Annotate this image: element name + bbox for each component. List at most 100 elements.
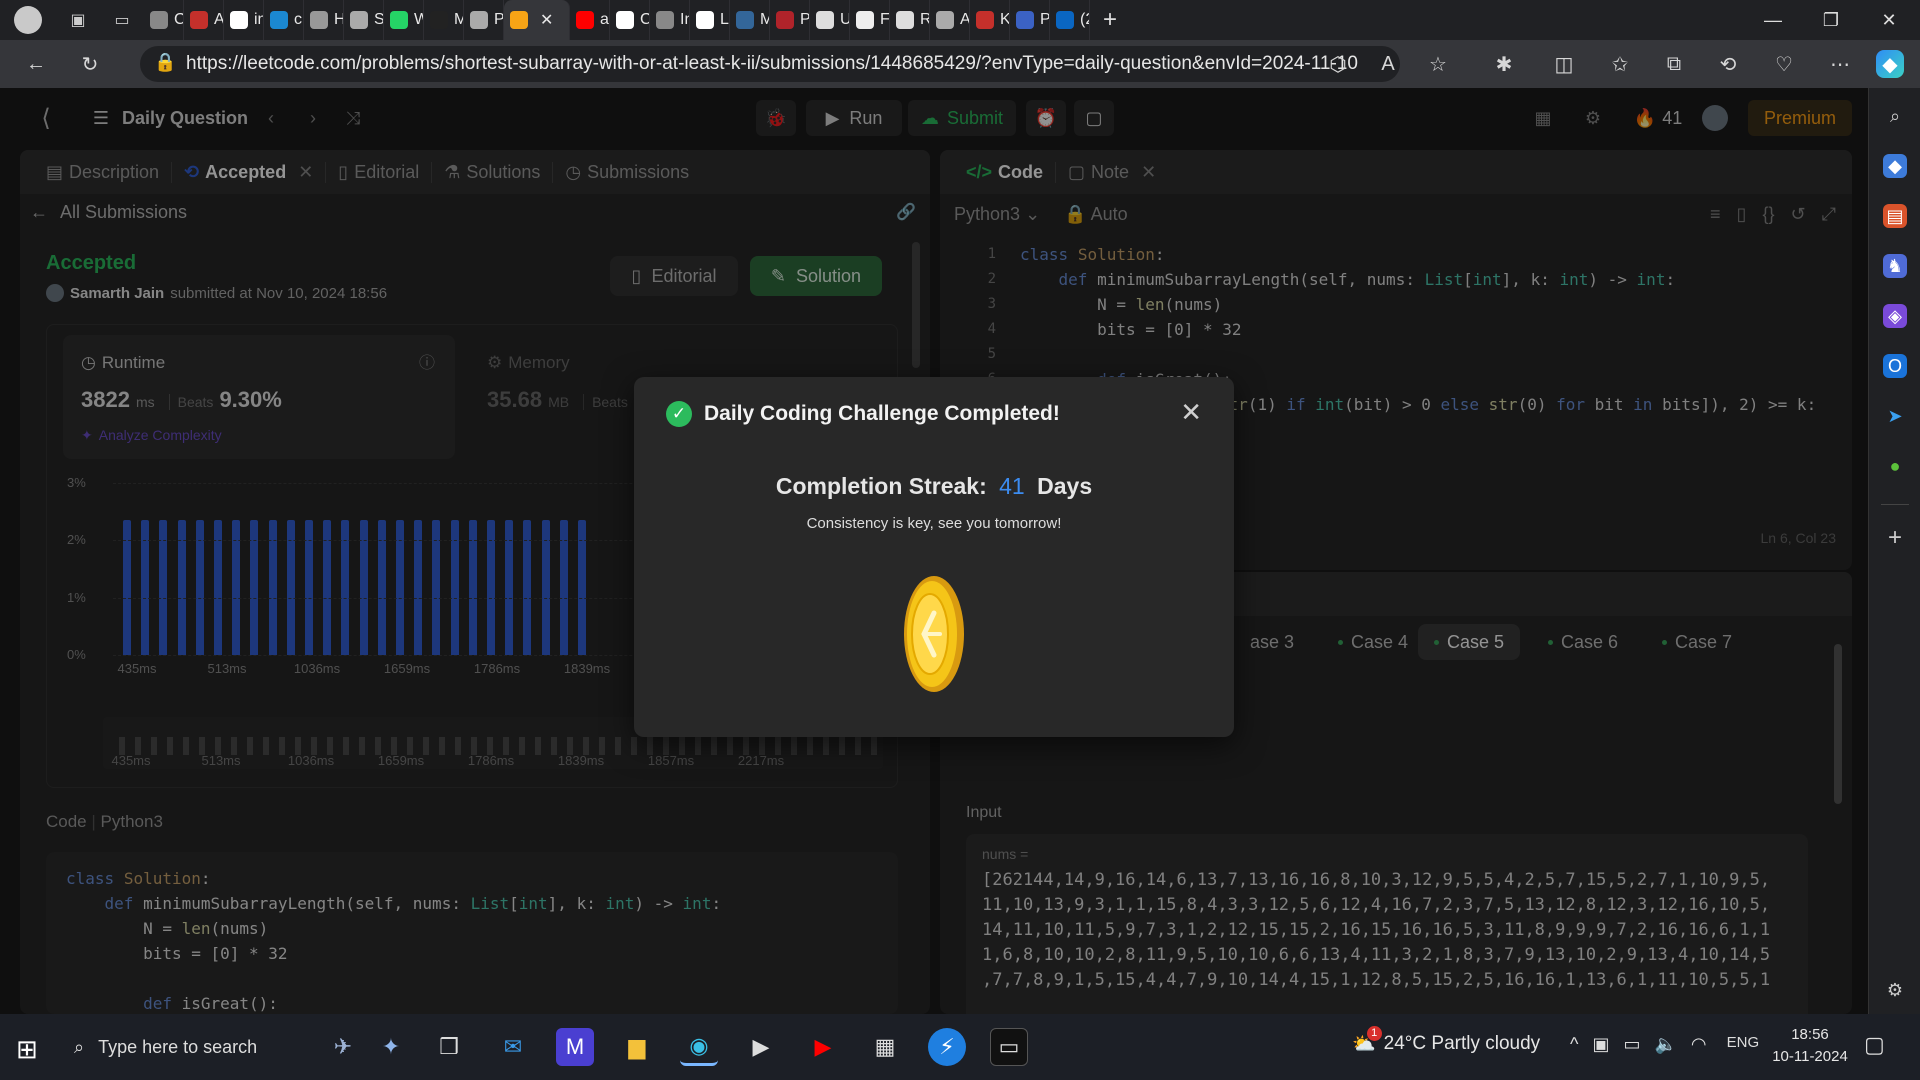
tracking-icon[interactable]: ⬡ bbox=[1324, 50, 1352, 78]
browser-tab[interactable]: My bbox=[424, 0, 464, 40]
input-language[interactable]: ENG bbox=[1727, 1034, 1760, 1055]
streak-unit: Days bbox=[1037, 473, 1093, 499]
chevron-up-icon[interactable]: ^ bbox=[1570, 1034, 1578, 1055]
profile-avatar[interactable] bbox=[0, 0, 56, 40]
tab-title: Wh bbox=[414, 11, 423, 29]
wifi-icon[interactable]: ◠ bbox=[1691, 1034, 1707, 1055]
visual-studio-icon[interactable]: M bbox=[556, 1028, 594, 1066]
browser-tab[interactable]: Fre bbox=[850, 0, 890, 40]
send-icon[interactable]: ➤ bbox=[1883, 404, 1907, 428]
widgets-icon[interactable]: ✦ bbox=[372, 1028, 410, 1066]
performance-icon[interactable]: ♡ bbox=[1770, 50, 1798, 78]
collections-icon[interactable]: ⧉ bbox=[1660, 50, 1688, 78]
favorites-icon[interactable]: ✩ bbox=[1606, 50, 1634, 78]
app-icon[interactable]: ⚡ bbox=[928, 1028, 966, 1066]
browser-tab[interactable]: A C bbox=[930, 0, 970, 40]
workspaces-icon[interactable]: ▣ bbox=[56, 0, 100, 40]
notification-icon[interactable]: ▢ bbox=[1864, 1032, 1885, 1058]
tab-title: My bbox=[454, 11, 463, 29]
close-modal-button[interactable]: ✕ bbox=[1180, 397, 1202, 428]
windows-start-icon[interactable]: ⊞ bbox=[16, 1034, 38, 1065]
browser-tab[interactable]: Stri bbox=[344, 0, 384, 40]
shopping-tag-icon[interactable]: ◆ bbox=[1883, 154, 1907, 178]
favorite-star-icon[interactable]: ☆ bbox=[1424, 50, 1452, 78]
tab-title: Cyt bbox=[640, 11, 649, 29]
browser-tab[interactable]: Pyt bbox=[770, 0, 810, 40]
tab-title: intr bbox=[254, 11, 263, 28]
weather-widget[interactable]: ⛅ 1 24°C Partly cloudy bbox=[1352, 1026, 1540, 1056]
tab-favicon-icon bbox=[856, 11, 874, 29]
browser-tab[interactable]: Ho bbox=[304, 0, 344, 40]
extensions-icon[interactable]: ✱ bbox=[1490, 50, 1518, 78]
tools-icon[interactable]: ▤ bbox=[1883, 204, 1907, 228]
media-player-icon[interactable]: ▶ bbox=[742, 1028, 780, 1066]
close-tab-icon[interactable]: ✕ bbox=[540, 10, 553, 30]
search-icon[interactable]: ⌕ bbox=[1883, 104, 1907, 128]
browser-tab[interactable]: api bbox=[570, 0, 610, 40]
terminal-icon[interactable]: ▭ bbox=[990, 1028, 1028, 1066]
browser-tab[interactable]: Key bbox=[970, 0, 1010, 40]
tab-favicon-icon bbox=[656, 11, 674, 29]
gear-icon[interactable]: ⚙ bbox=[1883, 978, 1907, 1002]
search-icon: ⌕ bbox=[74, 1036, 85, 1057]
sidebar-divider bbox=[1881, 504, 1909, 505]
microsoft-store-icon[interactable]: ▦ bbox=[866, 1028, 904, 1066]
add-icon[interactable]: + bbox=[1883, 524, 1907, 551]
games-icon[interactable]: ♞ bbox=[1883, 254, 1907, 278]
tab-title: Ma bbox=[760, 11, 769, 29]
browser-tab[interactable]: intr bbox=[224, 0, 264, 40]
browser-tab[interactable]: Um bbox=[810, 0, 850, 40]
restore-button[interactable]: ❐ bbox=[1802, 0, 1860, 40]
browser-tab[interactable]: curl bbox=[264, 0, 304, 40]
browser-tab[interactable]: Lea bbox=[690, 0, 730, 40]
browser-tab[interactable]: Wh bbox=[384, 0, 424, 40]
url-field[interactable]: 🔒 https://leetcode.com/problems/shortest… bbox=[140, 46, 1400, 82]
lock-icon: 🔒 bbox=[154, 52, 177, 72]
history-icon[interactable]: ⟲ bbox=[1714, 50, 1742, 78]
copilot-icon[interactable]: ◆ bbox=[1876, 50, 1904, 78]
browser-tab[interactable]: Ma bbox=[730, 0, 770, 40]
browser-tab[interactable]: API bbox=[184, 0, 224, 40]
taskbar-search-box[interactable]: ⌕ Type here to search bbox=[62, 1024, 324, 1070]
read-aloud-icon[interactable]: A bbox=[1374, 50, 1402, 78]
browser-tab[interactable]: Rei bbox=[890, 0, 930, 40]
refresh-icon[interactable]: ↻ bbox=[76, 50, 104, 78]
close-window-button[interactable]: ✕ bbox=[1860, 0, 1918, 40]
battery-icon[interactable]: ▭ bbox=[1623, 1034, 1640, 1055]
file-explorer-icon[interactable]: ▆ bbox=[618, 1028, 656, 1066]
network-icon[interactable]: ▣ bbox=[1592, 1034, 1609, 1055]
youtube-icon[interactable]: ▶ bbox=[804, 1028, 842, 1066]
tab-favicon-icon bbox=[816, 11, 834, 29]
tab-title: Stri bbox=[374, 11, 384, 28]
browser-tab[interactable]: Pri bbox=[1010, 0, 1050, 40]
tab-favicon-icon bbox=[976, 11, 994, 29]
taskbar-clock[interactable]: 18:56 10-11-2024 bbox=[1760, 1024, 1860, 1068]
browser-tab[interactable]: ✕ bbox=[504, 0, 570, 40]
tab-favicon-icon bbox=[190, 11, 208, 29]
volume-icon[interactable]: 🔈 bbox=[1654, 1034, 1676, 1055]
new-tab-button[interactable]: + bbox=[1090, 0, 1130, 40]
edge-browser-icon[interactable]: ◉ bbox=[680, 1028, 718, 1066]
minimize-button[interactable]: — bbox=[1744, 0, 1802, 40]
tab-title: Pro bbox=[494, 11, 504, 28]
copilot-taskbar-icon[interactable]: ✈ bbox=[324, 1028, 362, 1066]
more-menu-icon[interactable]: ⋯ bbox=[1826, 50, 1854, 78]
tab-title: Rei bbox=[920, 11, 929, 29]
tab-favicon-icon bbox=[510, 11, 528, 29]
browser-tab[interactable]: (25 bbox=[1050, 0, 1090, 40]
modal-title: Daily Coding Challenge Completed! bbox=[704, 402, 1060, 425]
task-view-icon[interactable]: ❒ bbox=[430, 1028, 468, 1066]
browser-tab[interactable]: Cyt bbox=[610, 0, 650, 40]
tab-actions-icon[interactable]: ▭ bbox=[100, 0, 144, 40]
outlook-icon[interactable]: O bbox=[1883, 354, 1907, 378]
split-screen-icon[interactable]: ◫ bbox=[1550, 50, 1578, 78]
browser-tab[interactable]: Cha bbox=[144, 0, 184, 40]
browser-tab[interactable]: Intr bbox=[650, 0, 690, 40]
back-icon[interactable]: ← bbox=[22, 50, 50, 78]
clock-date: 10-11-2024 bbox=[1772, 1048, 1848, 1065]
tree-icon[interactable]: ● bbox=[1883, 454, 1907, 478]
mail-icon[interactable]: ✉ bbox=[494, 1028, 532, 1066]
tab-title: Um bbox=[840, 11, 849, 29]
copilot-app-icon[interactable]: ◈ bbox=[1883, 304, 1907, 328]
browser-tab[interactable]: Pro bbox=[464, 0, 504, 40]
